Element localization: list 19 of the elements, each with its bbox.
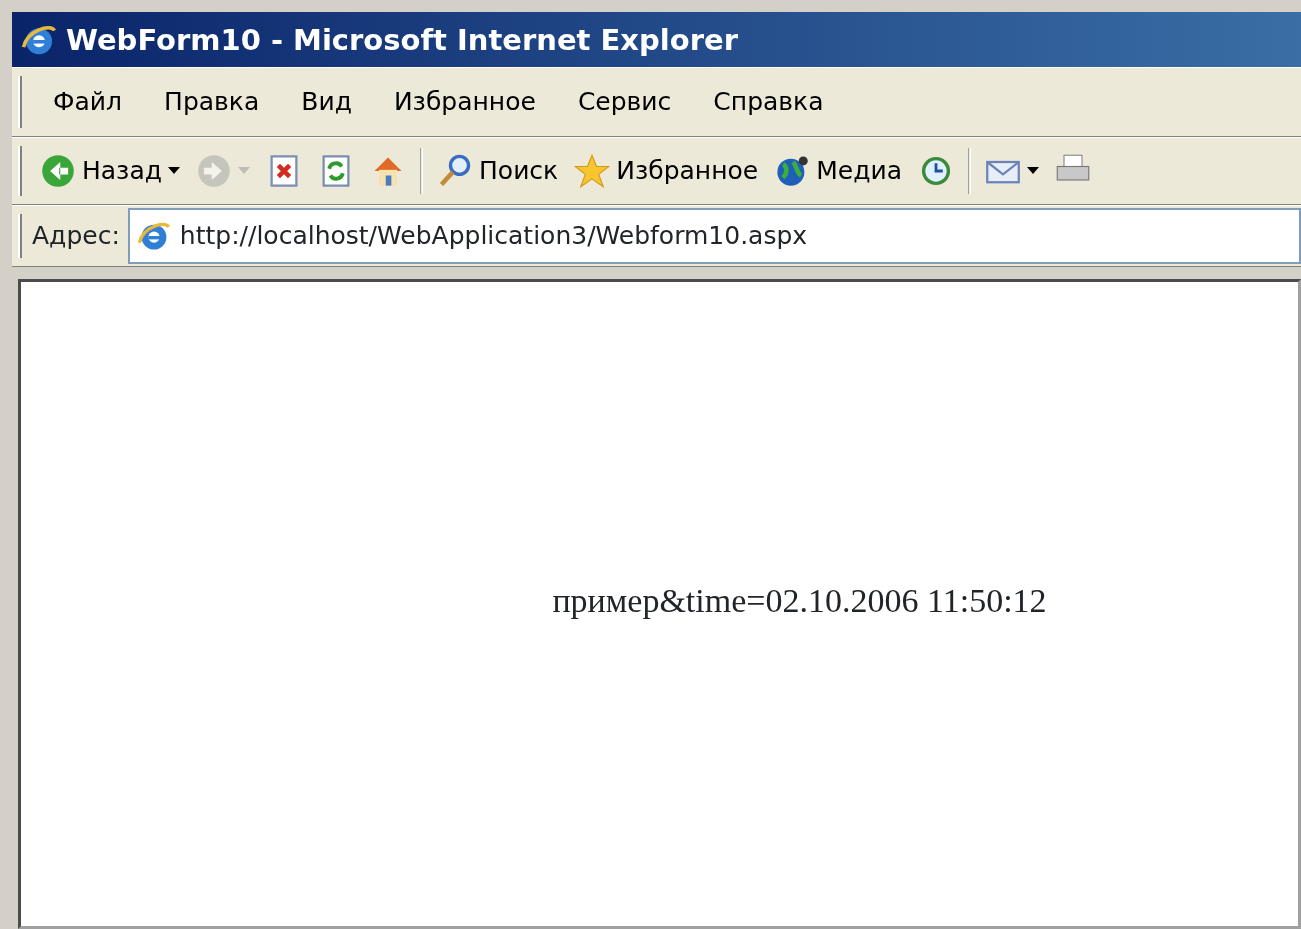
globe-icon <box>774 153 811 189</box>
toolbar-button[interactable]: Избранное <box>566 152 767 190</box>
menu-item[interactable]: Избранное <box>372 83 557 121</box>
caret-icon <box>1027 167 1039 175</box>
menu-item[interactable]: Правка <box>143 83 281 121</box>
toolbar-button[interactable]: Поиск <box>429 152 567 190</box>
caret-icon <box>168 167 181 175</box>
menu-item[interactable]: Сервис <box>556 83 693 121</box>
window-title: WebForm10 - Microsoft Internet Explorer <box>66 22 738 57</box>
address-field[interactable]: http://localhost/WebApplication3/Webform10.aspx <box>127 208 1301 264</box>
star-icon <box>574 153 611 189</box>
toolbar-button[interactable]: Назад <box>32 152 189 190</box>
menu-item[interactable]: Вид <box>280 83 373 121</box>
menu-item[interactable]: Файл <box>32 83 144 121</box>
menu-item[interactable]: Справка <box>692 83 845 121</box>
caret-icon <box>238 167 251 175</box>
page-text: пример&time=02.10.2006 11:50:12 <box>552 582 1047 621</box>
address-label: Адрес: <box>32 220 120 253</box>
toolbar-button[interactable]: Медиа <box>766 152 910 190</box>
